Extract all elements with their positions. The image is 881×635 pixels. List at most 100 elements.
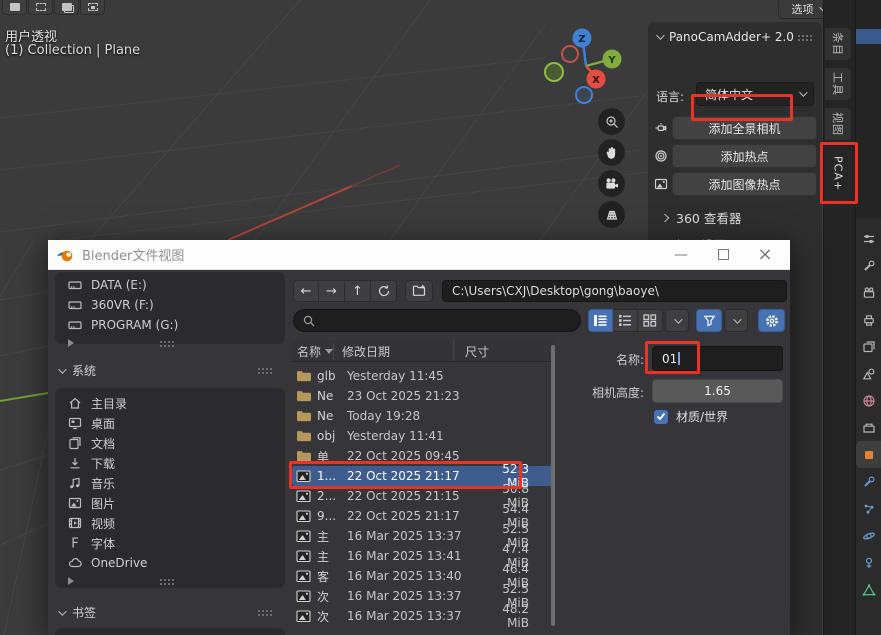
column-name[interactable]: 名称	[292, 343, 334, 360]
download-icon	[68, 456, 82, 470]
system-item[interactable]: 视频	[55, 513, 285, 533]
object-tab-icon[interactable]	[856, 441, 881, 468]
new-folder-button[interactable]	[405, 280, 433, 302]
pan-hand-icon[interactable]	[598, 139, 625, 166]
dialog-titlebar[interactable]: Blender文件视图 — ×	[48, 240, 790, 270]
language-label: 语言:	[656, 88, 684, 105]
system-item[interactable]: 音乐	[55, 473, 285, 493]
sidebar-tab-条目[interactable]: 条目	[825, 27, 852, 61]
select-intersect-icon[interactable]	[80, 0, 105, 15]
filter-button[interactable]	[696, 309, 722, 332]
material-world-checkbox[interactable]	[654, 410, 668, 424]
action-button[interactable]: 添加全景相机	[672, 116, 817, 140]
render-tab-icon[interactable]	[856, 279, 881, 306]
path-field[interactable]: C:\Users\CXJ\Desktop\gong\baoye\	[442, 280, 787, 302]
y-axis-line	[0, 393, 48, 401]
mesh-data-tab-icon[interactable]	[856, 576, 881, 603]
minimize-button[interactable]: —	[664, 241, 698, 269]
sidebar-tab-pca+[interactable]: PCA+	[825, 146, 852, 202]
camera-view-icon[interactable]	[598, 170, 625, 197]
system-item[interactable]: 下载	[55, 453, 285, 473]
select-extend-icon[interactable]	[28, 0, 53, 15]
filter-dropdown[interactable]	[724, 309, 748, 332]
folder-row[interactable]: glb Yesterday 11:45	[292, 366, 555, 386]
sidebar-tab-视图[interactable]: 视图	[825, 107, 852, 141]
language-dropdown[interactable]: 简体中文	[696, 82, 814, 106]
refresh-button[interactable]	[371, 280, 397, 302]
sidebar-tab-strip: 条目工具视图 PCA+	[823, 0, 855, 635]
gizmo-neg-x[interactable]	[562, 46, 578, 62]
folder-row[interactable]: Ne 23 Oct 2025 21:23	[292, 386, 555, 406]
bookmarks-section-header[interactable]: 书签	[58, 604, 278, 621]
collection-tab-icon[interactable]	[856, 414, 881, 441]
filename-input[interactable]: 01	[652, 346, 783, 371]
expand-arrow-icon	[68, 577, 74, 585]
outliner-selected-row[interactable]	[856, 29, 881, 44]
select-set-icon[interactable]	[2, 0, 27, 15]
panel-grip-icon[interactable]	[797, 34, 812, 41]
volume-item[interactable]: 360VR (F:)	[55, 295, 285, 315]
image-hotspot-icon[interactable]	[652, 175, 670, 193]
system-item[interactable]: OneDrive	[55, 553, 285, 573]
system-section-header[interactable]: 系统	[58, 362, 278, 379]
particles-tab-icon[interactable]	[856, 495, 881, 522]
file-list-scrollbar[interactable]	[551, 345, 555, 626]
drive-icon	[68, 278, 82, 292]
close-button[interactable]: ×	[748, 241, 782, 269]
select-subtract-icon[interactable]	[54, 0, 79, 15]
scene-tab-icon[interactable]	[856, 360, 881, 387]
system-item[interactable]: 桌面	[55, 413, 285, 433]
column-size[interactable]: 尺寸	[454, 343, 489, 360]
maximize-button[interactable]	[706, 241, 740, 269]
folder-row[interactable]: Ne Today 19:28	[292, 406, 555, 426]
camera-height-field[interactable]: 1.65	[652, 379, 783, 403]
chevron-down-icon	[799, 88, 807, 96]
expand-arrow-icon	[68, 339, 74, 347]
system-item[interactable]: F字体	[55, 533, 285, 553]
drive-icon	[68, 318, 82, 332]
material-world-label: 材质/世界	[676, 408, 728, 425]
system-item[interactable]: 主目录	[55, 393, 285, 413]
system-item[interactable]: 文档	[55, 433, 285, 453]
action-button[interactable]: 添加热点	[672, 144, 817, 168]
list-view-button[interactable]	[588, 309, 613, 332]
back-button[interactable]: ←	[293, 280, 319, 302]
volumes-expand[interactable]	[55, 335, 285, 351]
navigation-gizmo[interactable]: Z Y X	[540, 22, 640, 112]
file-row[interactable]: 次 16 Mar 2025 13:37 48.2 MiB	[292, 606, 555, 626]
editor-type-tab-icon[interactable]	[856, 225, 881, 252]
detail-view-button[interactable]	[613, 309, 638, 332]
column-date[interactable]: 修改日期	[334, 341, 454, 361]
folder-row[interactable]: obj Yesterday 11:41	[292, 426, 555, 446]
system-expand[interactable]	[55, 573, 285, 589]
check-icon	[656, 412, 666, 421]
font-icon: F	[68, 536, 82, 550]
physics-tab-icon[interactable]	[856, 522, 881, 549]
thumbnail-view-button[interactable]	[638, 309, 663, 332]
search-input[interactable]	[293, 309, 581, 332]
display-mode-dropdown[interactable]	[665, 309, 689, 332]
panorama-camera-icon[interactable]	[652, 119, 670, 137]
tool-tab-icon[interactable]	[856, 252, 881, 279]
constraints-tab-icon[interactable]	[856, 549, 881, 576]
volume-item[interactable]: DATA (E:)	[55, 275, 285, 295]
gizmo-neg-y[interactable]	[545, 63, 563, 81]
zoom-icon[interactable]	[598, 108, 625, 135]
output-tab-icon[interactable]	[856, 306, 881, 333]
action-button[interactable]: 添加图像热点	[672, 172, 817, 196]
world-tab-icon[interactable]	[856, 387, 881, 414]
volume-item[interactable]: PROGRAM (G:)	[55, 315, 285, 335]
action-row: 添加图像热点	[648, 170, 822, 198]
up-button[interactable]: ↑	[345, 280, 371, 302]
collapsed-section[interactable]: 360 查看器	[648, 204, 822, 231]
gizmo-neg-z[interactable]	[576, 87, 592, 103]
modifiers-tab-icon[interactable]	[856, 468, 881, 495]
panel-collapse-chevron-icon[interactable]	[656, 31, 664, 39]
hotspot-icon[interactable]	[652, 147, 670, 165]
settings-button[interactable]	[758, 309, 785, 332]
view-layer-tab-icon[interactable]	[856, 333, 881, 360]
system-item[interactable]: 图片	[55, 493, 285, 513]
grid-ortho-icon[interactable]	[598, 201, 625, 228]
forward-button[interactable]: →	[319, 280, 345, 302]
sidebar-tab-工具[interactable]: 工具	[825, 67, 852, 101]
